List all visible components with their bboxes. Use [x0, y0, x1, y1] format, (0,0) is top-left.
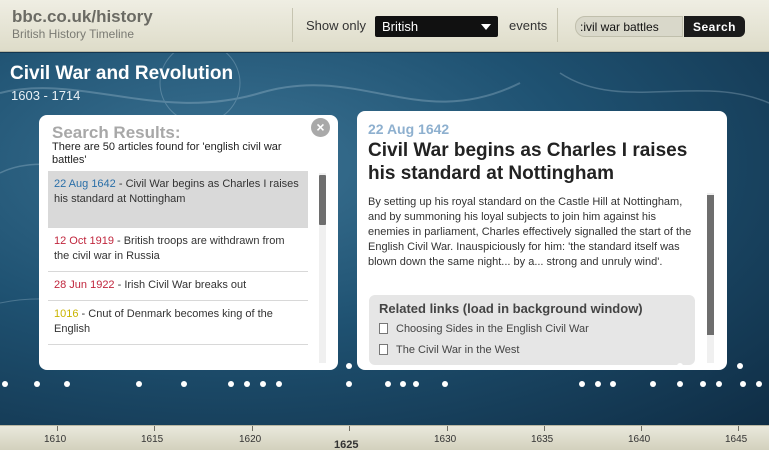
- event-dot[interactable]: [677, 363, 683, 369]
- related-link[interactable]: The Civil War in the West: [379, 344, 519, 356]
- event-dot[interactable]: [716, 381, 722, 387]
- year-tick: [447, 426, 448, 431]
- period-title: Civil War and Revolution: [10, 63, 234, 84]
- header-divider: [292, 8, 293, 42]
- event-dot[interactable]: [244, 381, 250, 387]
- event-dot[interactable]: [181, 381, 187, 387]
- year-label: 1620: [239, 434, 262, 445]
- event-dot[interactable]: [346, 363, 352, 369]
- close-icon[interactable]: ×: [311, 118, 330, 137]
- article-scrollbar-thumb[interactable]: [707, 195, 714, 335]
- event-dot[interactable]: [737, 363, 743, 369]
- event-dot[interactable]: [228, 381, 234, 387]
- year-tick: [154, 426, 155, 431]
- year-label: 1645: [725, 434, 748, 445]
- year-label: 1630: [434, 434, 457, 445]
- event-dot[interactable]: [650, 381, 656, 387]
- year-label: 1640: [628, 434, 651, 445]
- results-scrollbar-thumb[interactable]: [319, 175, 326, 225]
- result-item[interactable]: 28 Jun 1922 - Irish Civil War breaks out: [48, 272, 308, 301]
- document-icon: [379, 323, 388, 334]
- article-title: Civil War begins as Charles I raises his…: [368, 140, 688, 184]
- result-text: - Irish Civil War breaks out: [114, 279, 247, 291]
- event-dot[interactable]: [610, 381, 616, 387]
- event-dot[interactable]: [400, 381, 406, 387]
- event-dot[interactable]: [260, 381, 266, 387]
- timeline-ruler[interactable]: 1610 1615 1620 1625 1630 1635 1640 1645: [0, 425, 769, 450]
- event-dot[interactable]: [64, 381, 70, 387]
- related-links-box: Related links (load in background window…: [369, 295, 695, 365]
- event-filter-value: British: [382, 19, 419, 34]
- event-dot[interactable]: [413, 381, 419, 387]
- search-results-panel: Search Results: × There are 50 articles …: [39, 115, 338, 370]
- results-list: 22 Aug 1642 - Civil War begins as Charle…: [48, 171, 308, 345]
- event-dot[interactable]: [700, 381, 706, 387]
- year-tick: [252, 426, 253, 431]
- search-input[interactable]: [575, 16, 683, 37]
- result-date: 28 Jun 1922: [54, 279, 115, 291]
- year-label: 1615: [141, 434, 164, 445]
- year-label: 1610: [44, 434, 67, 445]
- document-icon: [379, 344, 388, 355]
- result-item[interactable]: 22 Aug 1642 - Civil War begins as Charle…: [48, 171, 308, 228]
- site-subtitle: British History Timeline: [12, 27, 135, 41]
- article-panel: 22 Aug 1642 Civil War begins as Charles …: [357, 111, 727, 370]
- events-label: events: [509, 18, 548, 33]
- event-dot[interactable]: [442, 381, 448, 387]
- year-tick: [544, 426, 545, 431]
- event-dot[interactable]: [2, 381, 8, 387]
- site-title[interactable]: bbc.co.uk/history: [12, 7, 153, 27]
- result-date: 12 Oct 1919: [54, 235, 114, 247]
- event-dot[interactable]: [136, 381, 142, 387]
- year-tick: [57, 426, 58, 431]
- current-year-label: 1625: [334, 439, 359, 450]
- result-date: 22 Aug 1642: [54, 178, 116, 190]
- article-date: 22 Aug 1642: [368, 121, 450, 137]
- period-range: 1603 - 1714: [11, 88, 81, 103]
- event-dot[interactable]: [740, 381, 746, 387]
- event-dot[interactable]: [756, 381, 762, 387]
- related-link-label: The Civil War in the West: [396, 344, 520, 356]
- event-dot[interactable]: [276, 381, 282, 387]
- related-links-title: Related links (load in background window…: [379, 301, 643, 316]
- year-tick: [738, 426, 739, 431]
- search-results-title: Search Results:: [52, 123, 181, 142]
- event-dot[interactable]: [385, 381, 391, 387]
- result-date: 1016: [54, 308, 79, 320]
- result-item[interactable]: 1016 - Cnut of Denmark becomes king of t…: [48, 301, 308, 345]
- show-only-label: Show only: [306, 18, 366, 33]
- header-bar: bbc.co.uk/history British History Timeli…: [0, 0, 769, 52]
- result-text: - Cnut of Denmark becomes king of the En…: [54, 308, 273, 335]
- header-divider: [557, 8, 558, 42]
- event-dot[interactable]: [34, 381, 40, 387]
- year-tick: [349, 426, 350, 431]
- related-link[interactable]: Choosing Sides in the English Civil War: [379, 323, 589, 335]
- related-link-label: Choosing Sides in the English Civil War: [396, 323, 589, 335]
- event-dot[interactable]: [677, 381, 683, 387]
- event-dot[interactable]: [579, 381, 585, 387]
- results-count: There are 50 articles found for 'english…: [52, 141, 282, 166]
- timeline-stage: Civil War and Revolution 1603 - 1714 Sea…: [0, 53, 769, 425]
- article-body: By setting up his royal standard on the …: [368, 196, 692, 268]
- event-dot[interactable]: [346, 381, 352, 387]
- search-button[interactable]: Search: [684, 16, 745, 37]
- year-label: 1635: [531, 434, 554, 445]
- chevron-down-icon: [481, 24, 491, 30]
- result-item[interactable]: 12 Oct 1919 - British troops are withdra…: [48, 228, 308, 272]
- event-dot[interactable]: [595, 381, 601, 387]
- event-filter-select[interactable]: British: [375, 16, 498, 37]
- year-tick: [641, 426, 642, 431]
